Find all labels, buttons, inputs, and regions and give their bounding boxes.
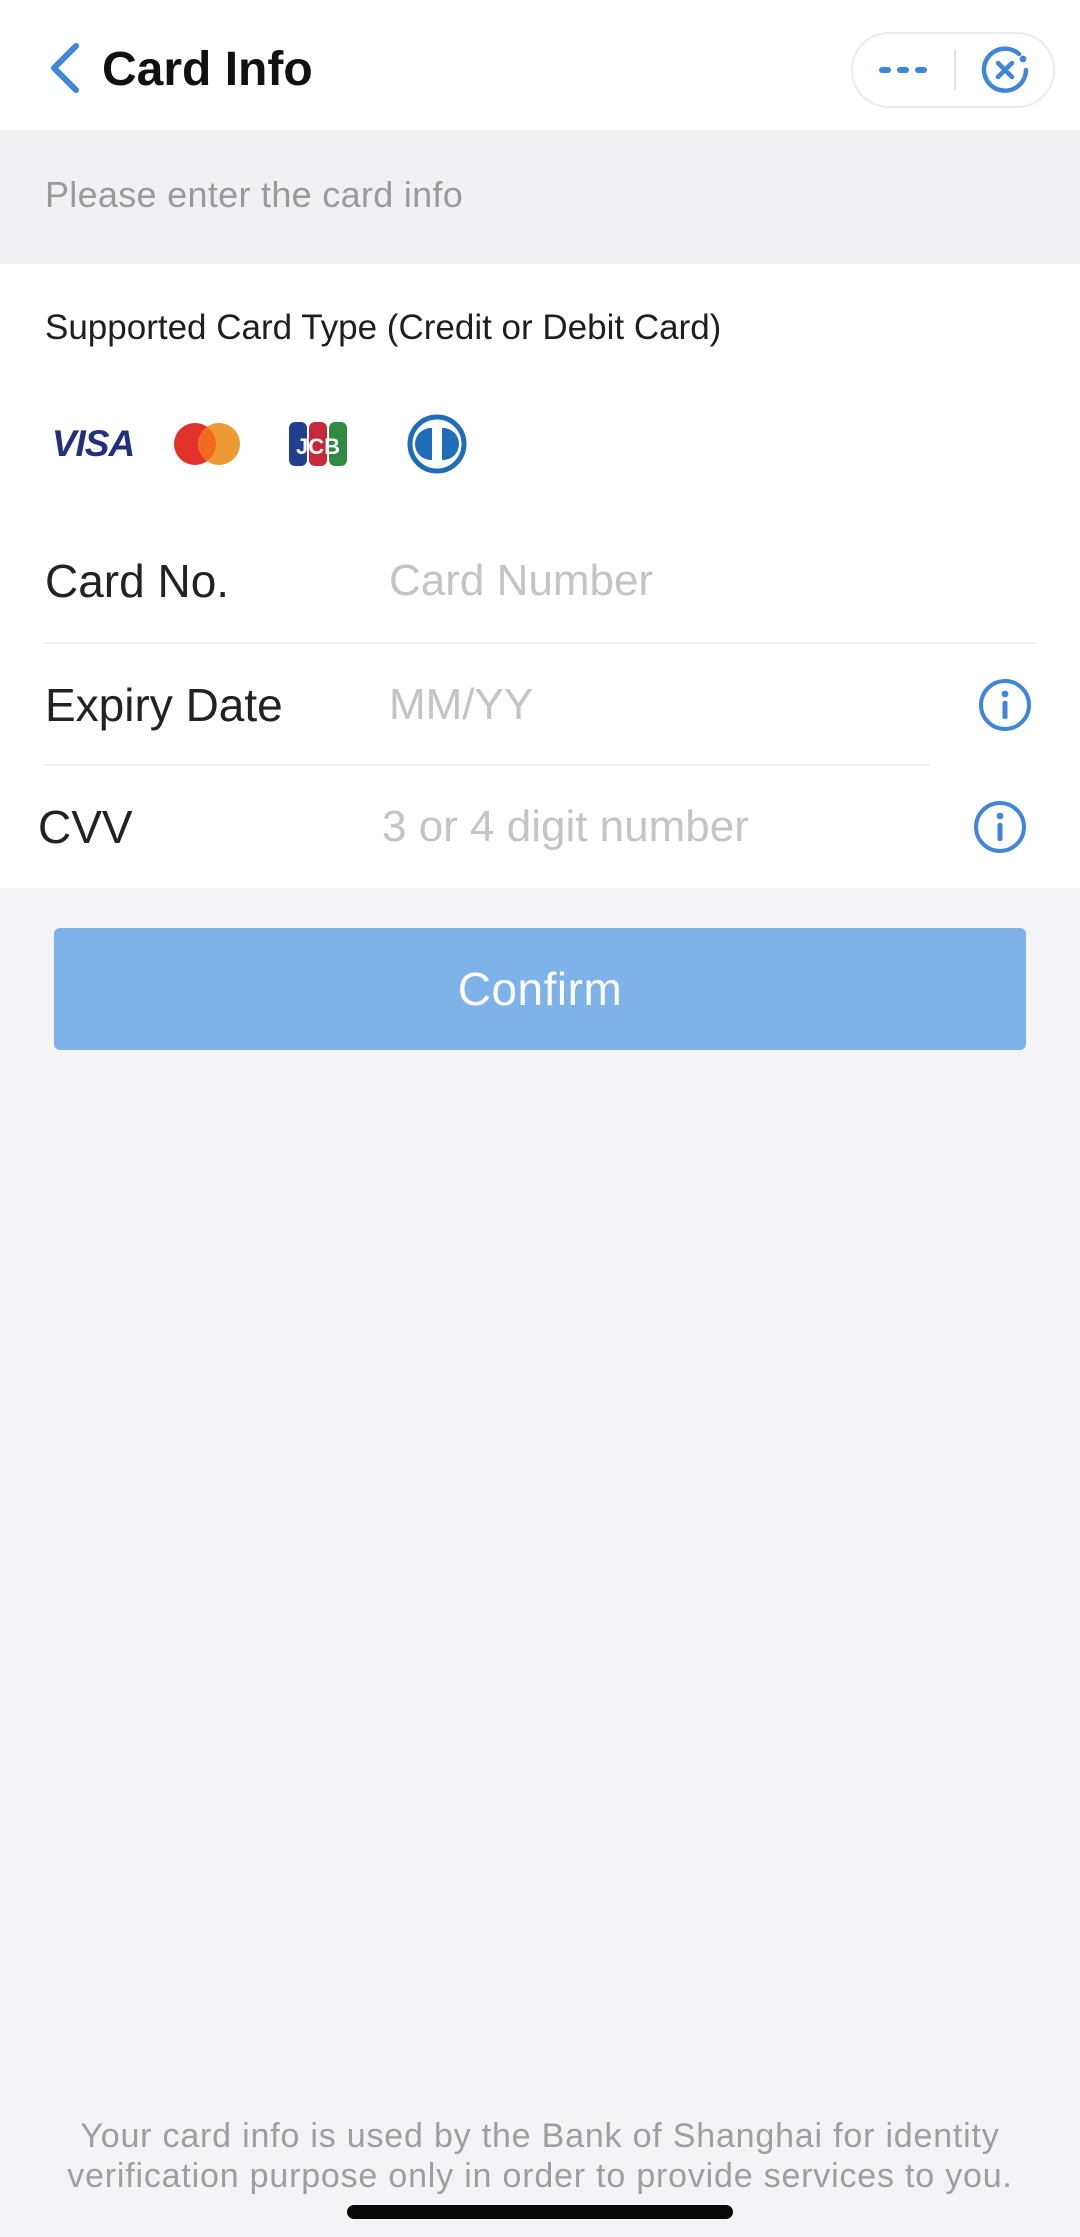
navigation-bar: Card Info <box>0 0 1080 130</box>
jcb-logo: JCB <box>287 404 349 484</box>
expiry-date-label: Expiry Date <box>45 679 283 731</box>
visa-logo: VISA <box>45 404 141 484</box>
card-number-row: Card No. <box>45 520 1035 642</box>
card-number-input[interactable] <box>389 551 989 611</box>
card-form-section: Supported Card Type (Credit or Debit Car… <box>0 264 1080 888</box>
close-button[interactable] <box>957 34 1053 106</box>
chevron-left-icon <box>51 43 79 93</box>
svg-text:JCB: JCB <box>296 434 340 459</box>
capsule-divider <box>954 50 956 90</box>
hint-banner: Please enter the card info <box>0 130 1080 264</box>
expiry-date-row: Expiry Date <box>45 644 1035 766</box>
supported-card-type-title: Supported Card Type (Credit or Debit Car… <box>45 308 722 347</box>
back-button[interactable] <box>40 38 90 98</box>
page-title: Card Info <box>102 43 313 96</box>
info-circle-icon <box>979 679 1031 731</box>
more-dots-icon <box>879 67 927 73</box>
cvv-info-button[interactable] <box>970 797 1030 857</box>
more-button[interactable] <box>853 34 953 106</box>
footer-line-2: verification purpose only in order to pr… <box>67 2157 1013 2195</box>
hint-text: Please enter the card info <box>45 174 464 215</box>
diners-club-logo <box>399 404 475 484</box>
close-circle-icon <box>981 46 1029 93</box>
footer-disclaimer: Your card info is used by the Bank of Sh… <box>30 2116 1050 2196</box>
cvv-input[interactable] <box>382 797 942 857</box>
svg-text:VISA: VISA <box>52 423 134 464</box>
cvv-label: CVV <box>38 801 133 853</box>
mini-program-capsule <box>851 32 1055 108</box>
mastercard-logo <box>169 404 245 484</box>
expiry-info-button[interactable] <box>975 675 1035 735</box>
info-circle-icon <box>974 801 1026 853</box>
expiry-date-input[interactable] <box>389 675 949 735</box>
footer-line-1: Your card info is used by the Bank of Sh… <box>80 2117 1000 2155</box>
cvv-row: CVV <box>38 766 1028 888</box>
card-number-label: Card No. <box>45 555 230 607</box>
confirm-button[interactable]: Confirm <box>54 928 1026 1050</box>
home-indicator[interactable] <box>347 2205 733 2219</box>
card-logos: VISA JCB <box>45 404 505 484</box>
